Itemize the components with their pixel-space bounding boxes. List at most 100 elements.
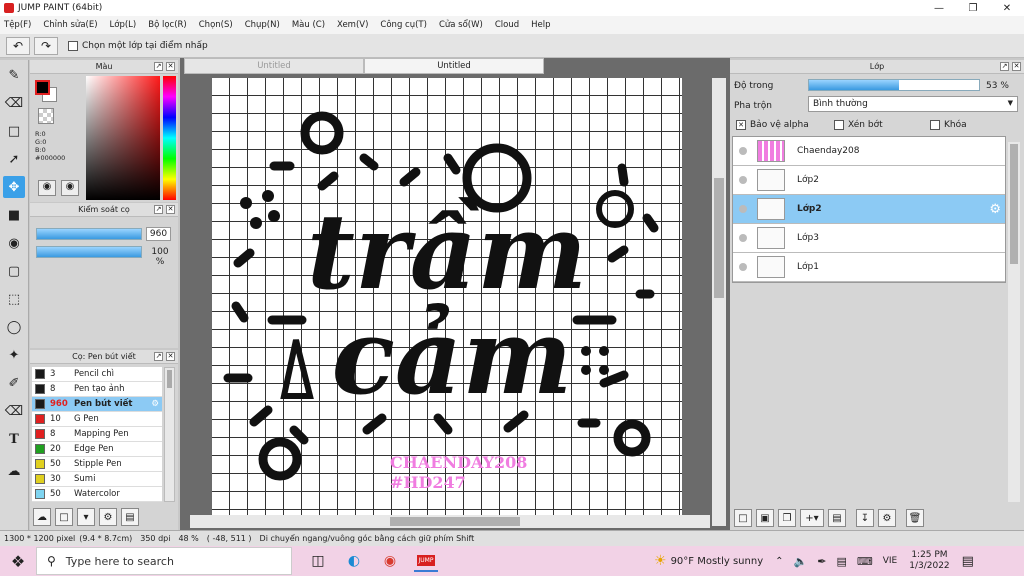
hue-slider[interactable] xyxy=(163,76,176,200)
visibility-icon[interactable] xyxy=(739,263,747,271)
cloud-brush-icon[interactable]: ☁ xyxy=(33,508,51,526)
brush-tool-icon[interactable]: ✎ xyxy=(3,64,25,86)
menu-help[interactable]: Help xyxy=(531,20,550,30)
protect-alpha-option[interactable]: ✕ Bảo vệ alpha xyxy=(736,120,809,130)
menu-select[interactable]: Chọn(S) xyxy=(199,20,233,30)
layer-row[interactable]: Lớp2 xyxy=(733,166,1005,195)
menu-window[interactable]: Cửa sổ(W) xyxy=(439,20,483,30)
fill-shape-icon[interactable]: ■ xyxy=(3,204,25,226)
menu-layer[interactable]: Lớp(L) xyxy=(110,20,137,30)
keyboard-icon[interactable]: ⌨ xyxy=(857,555,873,568)
canvas-horizontal-scrollbar[interactable] xyxy=(190,515,710,528)
redo-icon[interactable]: ↷ xyxy=(34,36,58,55)
layer-row[interactable]: Lớp3 xyxy=(733,224,1005,253)
brush-item[interactable]: 20 Edge Pen xyxy=(32,442,162,457)
taskbar-search-box[interactable]: ⚲ Type here to search xyxy=(36,547,292,575)
panel-close-icon[interactable]: ✕ xyxy=(166,205,175,214)
menu-edit[interactable]: Chỉnh sửa(E) xyxy=(43,20,97,30)
menu-tools[interactable]: Công cụ(T) xyxy=(380,20,427,30)
brush-item[interactable]: 30 Sumi xyxy=(32,472,162,487)
maximize-button[interactable]: ❐ xyxy=(956,0,990,16)
panel-close-icon[interactable]: ✕ xyxy=(166,352,175,361)
windows-start-icon[interactable]: ❖ xyxy=(0,550,36,572)
canvas-vertical-scrollbar[interactable] xyxy=(712,78,726,526)
rect-tool-icon[interactable]: □ xyxy=(3,120,25,142)
brush-item[interactable]: 8 Mapping Pen xyxy=(32,427,162,442)
panel-float-icon[interactable]: ↗ xyxy=(154,205,163,214)
new-raster-layer-icon[interactable]: ▣ xyxy=(756,509,774,527)
jump-paint-taskbar-icon[interactable]: JUMP xyxy=(414,550,438,572)
layer-settings-icon[interactable]: ⚙ xyxy=(878,509,896,527)
notification-icon[interactable]: ▤ xyxy=(962,554,974,569)
visibility-icon[interactable] xyxy=(739,176,747,184)
merge-down-icon[interactable]: ↧ xyxy=(856,509,874,527)
task-view-icon[interactable]: ◫ xyxy=(306,550,330,572)
sv-color-picker[interactable] xyxy=(86,76,160,200)
chevron-up-icon[interactable]: ⌃ xyxy=(775,556,783,567)
layer-row[interactable]: Chaenday208 xyxy=(733,137,1005,166)
brush-folder-icon[interactable]: ▤ xyxy=(121,508,139,526)
lasso-select-icon[interactable]: ◯ xyxy=(3,316,25,338)
select-pen-icon[interactable]: ✐ xyxy=(3,372,25,394)
brush-item[interactable]: 50 Stipple Pen xyxy=(32,457,162,472)
gear-icon[interactable]: ⚙ xyxy=(989,202,1001,217)
menu-view[interactable]: Xem(V) xyxy=(337,20,368,30)
menu-capture[interactable]: Chụp(N) xyxy=(245,20,280,30)
blend-mode-select[interactable]: Bình thường ▼ xyxy=(808,96,1018,112)
language-indicator[interactable]: VIE xyxy=(883,556,898,566)
magic-wand-icon[interactable]: ✦ xyxy=(3,344,25,366)
new-layer-icon[interactable]: □ xyxy=(734,509,752,527)
new-brush-icon[interactable]: □ xyxy=(55,508,73,526)
layer-row[interactable]: Lớp1 xyxy=(733,253,1005,282)
edge-browser-icon[interactable]: ◐ xyxy=(342,550,366,572)
copy-layer-icon[interactable]: ❐ xyxy=(778,509,796,527)
select-eraser-icon[interactable]: ⌫ xyxy=(3,400,25,422)
speaker-icon[interactable]: 🔈 xyxy=(794,555,808,568)
panel-float-icon[interactable]: ↗ xyxy=(154,352,163,361)
brush-item[interactable]: 960 Pen bút viết ⚙ xyxy=(32,397,162,412)
cloud-tool-icon[interactable]: ☁ xyxy=(3,460,25,482)
rect-select-icon[interactable]: ⬚ xyxy=(3,288,25,310)
foreground-swatch[interactable] xyxy=(35,80,50,95)
network-icon[interactable]: ▤ xyxy=(836,555,846,568)
menu-file[interactable]: Tệp(F) xyxy=(4,20,31,30)
line-tool-icon[interactable]: ➚ xyxy=(3,148,25,170)
weather-widget[interactable]: ☀ 90°F Mostly sunny xyxy=(654,553,763,569)
chrome-browser-icon[interactable]: ◉ xyxy=(378,550,402,572)
clip-checkbox[interactable] xyxy=(834,120,844,130)
visibility-icon[interactable] xyxy=(739,234,747,242)
brush-menu-icon[interactable]: ▾ xyxy=(77,508,95,526)
layer-list-scrollbar[interactable] xyxy=(1008,142,1020,502)
eyedropper-button[interactable]: ◉ xyxy=(38,180,56,196)
move-tool-icon[interactable]: ✥ xyxy=(3,176,25,198)
panel-float-icon[interactable]: ↗ xyxy=(154,62,163,71)
gear-icon[interactable]: ⚙ xyxy=(151,399,159,409)
brush-opacity-slider[interactable] xyxy=(36,246,142,258)
brush-item[interactable]: 8 Pen tạo ảnh xyxy=(32,382,162,397)
bucket-tool-icon[interactable]: ◉ xyxy=(3,232,25,254)
protect-alpha-checkbox[interactable]: ✕ xyxy=(736,120,746,130)
tab-untitled-1[interactable]: Untitled xyxy=(184,58,364,74)
menu-filter[interactable]: Bộ lọc(R) xyxy=(148,20,187,30)
add-layer-menu-icon[interactable]: +▾ xyxy=(800,509,824,527)
visibility-icon[interactable] xyxy=(739,147,747,155)
brush-item[interactable]: 50 Watercolor xyxy=(32,487,162,502)
layer-folder-icon[interactable]: ▤ xyxy=(828,509,846,527)
clip-option[interactable]: Xén bớt xyxy=(834,120,883,130)
brush-settings-icon[interactable]: ⚙ xyxy=(99,508,117,526)
layer-row[interactable]: Lớp2 ⚙ xyxy=(733,195,1005,224)
lock-checkbox[interactable] xyxy=(930,120,940,130)
transparent-swatch[interactable] xyxy=(38,108,54,124)
visibility-icon[interactable] xyxy=(739,205,747,213)
brush-size-slider[interactable] xyxy=(36,228,142,240)
panel-close-icon[interactable]: ✕ xyxy=(166,62,175,71)
select-layer-checkbox[interactable] xyxy=(68,40,78,51)
brush-size-value[interactable]: 960 xyxy=(146,227,171,241)
delete-layer-icon[interactable]: 🗑 xyxy=(906,509,924,527)
brush-item[interactable]: 3 Pencil chì xyxy=(32,367,162,382)
brush-item[interactable]: 10 G Pen xyxy=(32,412,162,427)
minimize-button[interactable]: — xyxy=(922,0,956,16)
text-tool-icon[interactable]: T xyxy=(3,428,25,450)
drawing-canvas[interactable]: trầm cảm CHAENDAY208 #HD247 xyxy=(212,78,682,515)
pen-icon[interactable]: ✒ xyxy=(817,555,826,568)
